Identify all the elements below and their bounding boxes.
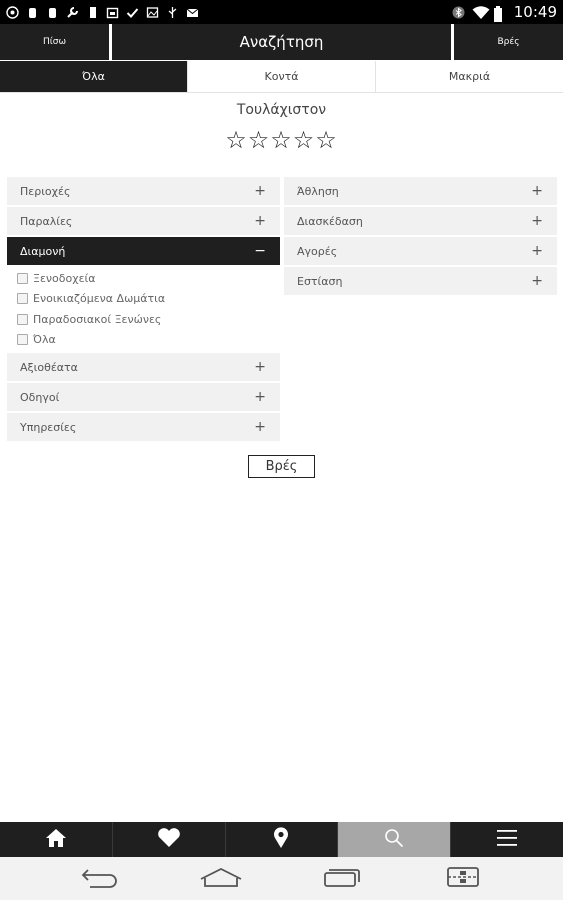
nav-search[interactable]: [338, 822, 452, 857]
find-top-button[interactable]: Βρές: [451, 24, 563, 60]
system-home-button[interactable]: [196, 864, 246, 894]
list-item[interactable]: Ενοικιαζόμενα Δωμάτια: [17, 289, 280, 310]
accordion-regions[interactable]: Περιοχές +: [7, 177, 280, 205]
checkbox-label: Παραδοσιακοί Ξενώνες: [33, 312, 162, 326]
bottom-nav: [0, 822, 563, 857]
accordion-label: Υπηρεσίες: [20, 420, 77, 434]
find-button[interactable]: Βρές: [248, 455, 315, 478]
accordion-services[interactable]: Υπηρεσίες +: [7, 413, 280, 441]
plus-icon: +: [531, 213, 543, 229]
checkbox[interactable]: [17, 272, 28, 284]
menu-icon: [496, 829, 518, 851]
nav-menu[interactable]: [451, 822, 563, 857]
accordion-sports[interactable]: Άθληση +: [284, 177, 557, 205]
plus-icon: +: [531, 183, 543, 199]
plus-icon: +: [254, 419, 266, 435]
accordion-label: Διαμονή: [20, 244, 66, 258]
accordion-label: Αξιοθέατα: [20, 360, 78, 374]
list-item[interactable]: Ξενοδοχεία: [17, 268, 280, 289]
heart-icon: [157, 827, 181, 852]
page-title: Αναζήτηση: [239, 33, 324, 51]
nav-map[interactable]: [226, 822, 339, 857]
plus-icon: +: [254, 213, 266, 229]
plus-icon: +: [254, 183, 266, 199]
home-outline-icon: [199, 867, 243, 891]
usb-debug-icon: [46, 6, 59, 19]
battery-full-icon: [86, 6, 99, 19]
mail-icon: [186, 6, 199, 19]
back-icon: [80, 866, 120, 892]
accordion-accommodation[interactable]: Διαμονή −: [7, 237, 280, 265]
category-list-right: Άθληση + Διασκέδαση + Αγορές + Εστίαση +: [284, 177, 557, 297]
plus-icon: +: [254, 359, 266, 375]
accordion-sights[interactable]: Αξιοθέατα +: [7, 353, 280, 381]
system-recents-button[interactable]: [317, 864, 367, 894]
wifi-icon: [472, 5, 490, 19]
checkbox-label: Ξενοδοχεία: [33, 271, 96, 285]
accordion-guides[interactable]: Οδηγοί +: [7, 383, 280, 411]
battery-icon: [492, 5, 505, 22]
clock: 10:49: [513, 3, 557, 21]
plus-icon: +: [254, 389, 266, 405]
status-bar: 10:49: [0, 0, 563, 24]
calendar-icon: [106, 6, 119, 19]
bluetooth-icon: [452, 6, 465, 19]
checkbox-label: Ενοικιαζόμενα Δωμάτια: [33, 292, 166, 306]
category-list-left: Περιοχές + Παραλίες + Διαμονή − Ξενοδοχε…: [7, 177, 280, 443]
list-item[interactable]: Παραδοσιακοί Ξενώνες: [17, 309, 280, 330]
accordion-label: Διασκέδαση: [297, 214, 363, 228]
rating-label: Τουλάχιστον: [236, 102, 327, 118]
checkbox[interactable]: [17, 334, 28, 346]
image-icon: [146, 6, 159, 19]
accordion-shopping[interactable]: Αγορές +: [284, 237, 557, 265]
tab-all[interactable]: Όλα: [0, 61, 187, 92]
checkbox[interactable]: [17, 293, 28, 305]
system-screenshot-button[interactable]: [438, 864, 488, 894]
tab-near[interactable]: Κοντά: [187, 61, 375, 92]
accordion-label: Άθληση: [297, 184, 339, 198]
recents-icon: [322, 866, 362, 892]
whatsapp-icon: [6, 5, 19, 19]
accordion-dining[interactable]: Εστίαση +: [284, 267, 557, 295]
wrench-icon: [66, 6, 79, 19]
accordion-label: Αγορές: [297, 244, 338, 258]
distance-tabs: Όλα Κοντά Μακριά: [0, 61, 563, 93]
check-icon: [126, 6, 139, 19]
search-icon: [384, 828, 404, 852]
accordion-label: Οδηγοί: [20, 390, 60, 404]
list-item[interactable]: Όλα: [17, 330, 280, 351]
accordion-label: Παραλίες: [20, 214, 73, 228]
usb-icon: [166, 6, 179, 19]
back-button[interactable]: Πίσω: [0, 24, 112, 60]
minus-icon: −: [254, 243, 266, 259]
checkbox-label: Όλα: [33, 333, 56, 347]
home-icon: [45, 828, 67, 852]
notification-icons: [6, 5, 199, 19]
tab-far[interactable]: Μακριά: [375, 61, 563, 92]
star-rating[interactable]: ☆☆☆☆☆: [0, 126, 563, 154]
accordion-label: Περιοχές: [20, 184, 71, 198]
nav-home[interactable]: [0, 822, 113, 857]
accordion-beaches[interactable]: Παραλίες +: [7, 207, 280, 235]
accordion-label: Εστίαση: [297, 274, 343, 288]
system-icons: 10:49: [452, 3, 557, 22]
action-bar: Πίσω Αναζήτηση Βρές: [0, 24, 563, 60]
usb-debug-icon: [26, 6, 39, 19]
plus-icon: +: [531, 273, 543, 289]
screenshot-icon: [446, 866, 480, 892]
checkbox[interactable]: [17, 313, 28, 325]
plus-icon: +: [531, 243, 543, 259]
system-nav-bar: [0, 857, 563, 900]
accommodation-options: Ξενοδοχεία Ενοικιαζόμενα Δωμάτια Παραδοσ…: [7, 267, 280, 353]
accordion-entertainment[interactable]: Διασκέδαση +: [284, 207, 557, 235]
system-back-button[interactable]: [75, 864, 125, 894]
nav-favorites[interactable]: [113, 822, 226, 857]
map-pin-icon: [273, 826, 289, 853]
